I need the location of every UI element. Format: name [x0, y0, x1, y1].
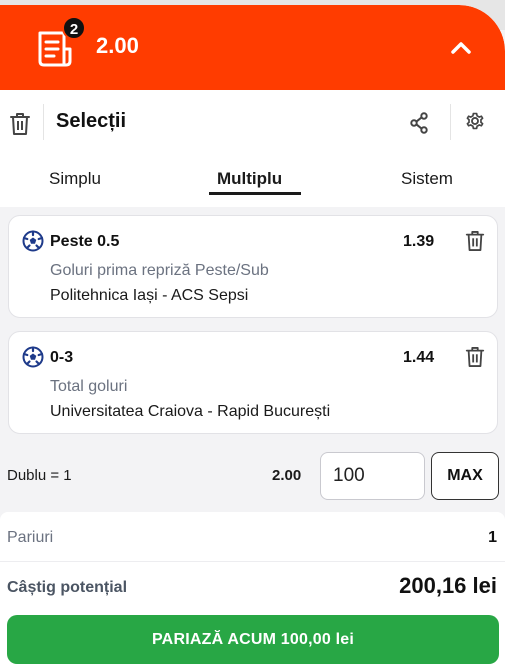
- selection-event: Politehnica Iași - ACS Sepsi: [50, 287, 249, 304]
- combo-odds: 2.00: [272, 467, 302, 484]
- potential-win-value: 200,16 lei: [399, 573, 497, 598]
- stake-input[interactable]: [320, 452, 425, 500]
- trash-icon[interactable]: [9, 112, 31, 136]
- bets-count-value: 1: [488, 529, 497, 546]
- football-icon: [22, 346, 44, 368]
- selection-market: Total goluri: [50, 378, 128, 395]
- trash-icon[interactable]: [465, 230, 485, 252]
- betslip-header[interactable]: 2 2.00: [0, 5, 505, 90]
- place-bet-button[interactable]: PARIAZĂ ACUM 100,00 lei: [7, 615, 499, 664]
- max-stake-button[interactable]: MAX: [431, 452, 499, 500]
- potential-win-label: Câștig potențial: [7, 579, 128, 596]
- toolbar-divider: [450, 104, 451, 140]
- betslip-panel: 2 2.00 Selecții Simplu Multiplu Sistem P…: [0, 5, 505, 666]
- selection-card: Peste 0.5 1.39 Goluri prima repriză Pest…: [8, 215, 498, 318]
- selection-odds: 1.44: [403, 349, 435, 366]
- chevron-up-icon: [451, 42, 471, 54]
- gear-icon[interactable]: [464, 110, 486, 132]
- tab-multiplu[interactable]: Multiplu: [217, 169, 282, 189]
- football-icon: [22, 230, 44, 252]
- summary-divider: [0, 561, 505, 562]
- selection-odds: 1.39: [403, 233, 435, 250]
- active-tab-indicator: [209, 192, 301, 195]
- toolbar-divider: [43, 104, 44, 140]
- bet-type-tabs: Simplu Multiplu Sistem: [0, 155, 505, 207]
- selection-count-badge: 2: [62, 16, 86, 40]
- betslip-summary: Pariuri 1 Câștig potențial 200,16 lei PA…: [0, 512, 505, 666]
- tab-simplu[interactable]: Simplu: [49, 169, 101, 189]
- selection-pick: 0-3: [50, 349, 74, 366]
- selection-event: Universitatea Craiova - Rapid București: [50, 403, 331, 420]
- selection-market: Goluri prima repriză Peste/Sub: [50, 262, 269, 279]
- trash-icon[interactable]: [465, 346, 485, 368]
- selection-pick: Peste 0.5: [50, 233, 120, 250]
- selection-card: 0-3 1.44 Total goluri Universitatea Crai…: [8, 331, 498, 434]
- bets-count-label: Pariuri: [7, 529, 54, 546]
- share-icon[interactable]: [409, 112, 429, 134]
- combo-label: Dublu = 1: [7, 467, 72, 484]
- collapse-button[interactable]: [444, 31, 478, 65]
- tab-sistem[interactable]: Sistem: [401, 169, 453, 189]
- page-title: Selecții: [56, 110, 127, 132]
- total-odds: 2.00: [96, 33, 139, 58]
- selections-toolbar: Selecții: [0, 90, 505, 155]
